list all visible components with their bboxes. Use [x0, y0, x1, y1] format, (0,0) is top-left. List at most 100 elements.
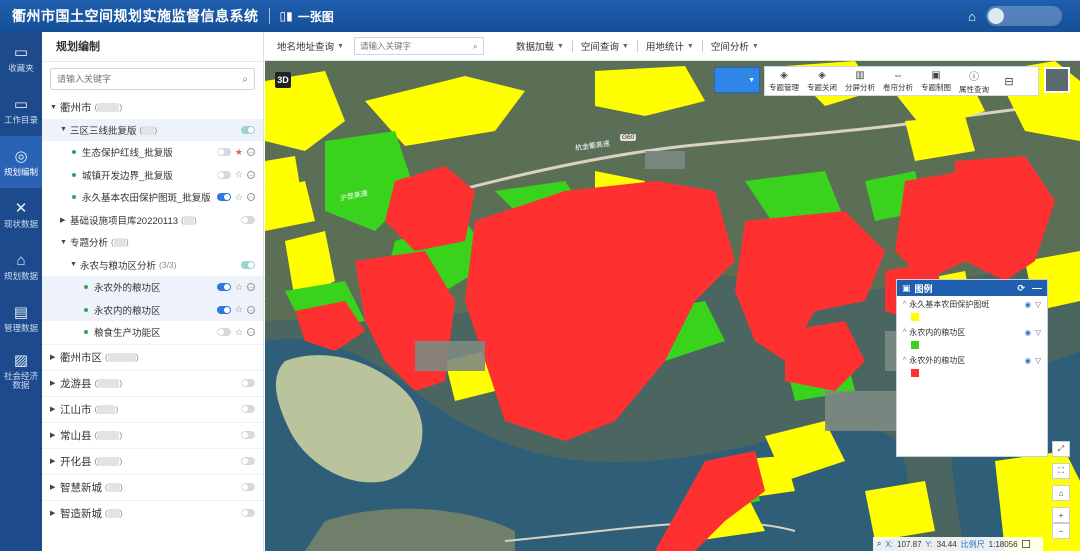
tool-split-analysis[interactable]: ▥ 分屏分析: [841, 70, 879, 93]
more-icon[interactable]: …: [247, 283, 255, 292]
eye-icon[interactable]: ◉: [1025, 300, 1032, 309]
tool-theme-close[interactable]: ◈ 专题关闭: [803, 70, 841, 93]
menu-spatial-query[interactable]: 空间查询 ▼: [581, 39, 629, 53]
star-icon[interactable]: ☆: [235, 282, 243, 293]
layer-item[interactable]: 城镇开发边界_批复版 ☆ …: [42, 164, 263, 187]
rail-item-planning[interactable]: ◎ 规划编制: [0, 136, 42, 188]
star-icon[interactable]: ★: [235, 147, 243, 158]
tree-node-city[interactable]: ▼ 衢州市 (): [42, 96, 263, 119]
user-menu[interactable]: [986, 6, 1062, 26]
layer-toggle[interactable]: [241, 457, 255, 465]
filter-icon[interactable]: ▽: [1035, 356, 1041, 365]
refresh-icon[interactable]: ⟳: [1017, 283, 1025, 294]
eye-icon[interactable]: ◉: [1025, 328, 1032, 337]
rail-item-socioeconomic-data[interactable]: ▨ 社会经济数据: [0, 344, 42, 396]
caret-right-icon[interactable]: ▶: [50, 509, 60, 517]
caret-down-icon[interactable]: ▼: [70, 261, 80, 268]
address-query-dropdown[interactable]: 地名地址查询 ▼: [277, 39, 344, 53]
tree-node-region[interactable]: ▶ 江山市 (): [42, 395, 263, 422]
caret-down-icon[interactable]: ▼: [50, 104, 60, 111]
layer-toggle[interactable]: [216, 328, 231, 337]
layer-toggle[interactable]: [216, 305, 231, 314]
layer-item[interactable]: 永农外的粮功区 ☆ …: [42, 276, 263, 299]
rail-item-management-data[interactable]: ▤ 管理数据: [0, 292, 42, 344]
layer-toggle[interactable]: [241, 405, 255, 413]
caret-right-icon[interactable]: ▶: [50, 353, 60, 361]
layer-toggle[interactable]: [216, 283, 231, 292]
layer-toggle[interactable]: [241, 431, 255, 439]
tree-node-region[interactable]: ▶ 智慧新城 (): [42, 473, 263, 500]
search-icon[interactable]: ⌕: [473, 41, 478, 52]
layer-toggle[interactable]: [216, 148, 231, 157]
home-icon[interactable]: ⌂: [968, 9, 976, 24]
caret-down-icon[interactable]: ▼: [60, 126, 70, 133]
layer-toggle[interactable]: [241, 125, 255, 134]
basemap-thumbnail[interactable]: [1044, 67, 1070, 93]
tree-node-region[interactable]: ▶ 开化县 (): [42, 447, 263, 474]
caret-right-icon[interactable]: ▶: [60, 216, 70, 224]
caret-right-icon[interactable]: ▶: [50, 457, 60, 465]
more-icon[interactable]: …: [247, 305, 255, 314]
filter-icon[interactable]: ▽: [1035, 300, 1041, 309]
tool-swipe-analysis[interactable]: ⇔ 卷帘分析: [879, 70, 917, 93]
more-icon[interactable]: …: [247, 170, 255, 179]
menu-land-statistics[interactable]: 用地统计 ▼: [646, 39, 694, 53]
layer-toggle[interactable]: [216, 170, 231, 179]
tree-node-infrastructure[interactable]: ▶ 基础设施项目库20220113 (): [42, 209, 263, 232]
more-icon[interactable]: …: [247, 148, 255, 157]
tool-theme-mapping[interactable]: ▣ 专题制图: [917, 70, 955, 93]
zoom-out-button[interactable]: −: [1052, 523, 1070, 539]
eye-icon[interactable]: ◉: [1025, 356, 1032, 365]
filter-icon[interactable]: ▽: [1035, 328, 1041, 337]
caret-right-icon[interactable]: ▶: [50, 483, 60, 491]
layer-item[interactable]: 永农内的粮功区 ☆ …: [42, 298, 263, 321]
rail-item-status-data[interactable]: ✕ 现状数据: [0, 188, 42, 240]
caret-down-icon[interactable]: ▼: [60, 239, 70, 246]
more-icon[interactable]: …: [247, 328, 255, 337]
layer-toggle[interactable]: [241, 215, 255, 224]
menu-data-load[interactable]: 数据加载 ▼: [516, 39, 564, 53]
toolbox-button[interactable]: ⊟: [993, 75, 1025, 88]
rail-item-work-directory[interactable]: ▭ 工作目录: [0, 84, 42, 136]
caret-right-icon[interactable]: ▶: [50, 405, 60, 413]
tree-node-region[interactable]: ▶ 龙游县 (): [42, 369, 263, 396]
layer-toggle[interactable]: [241, 483, 255, 491]
star-icon[interactable]: ☆: [235, 169, 243, 180]
caret-up-icon[interactable]: ^: [903, 301, 906, 308]
tree-node-region[interactable]: ▶ 常山县 (): [42, 421, 263, 448]
star-icon[interactable]: ☆: [235, 327, 243, 338]
menu-spatial-analysis[interactable]: 空间分析 ▼: [711, 39, 759, 53]
fullscreen-button[interactable]: ⤢: [1052, 441, 1070, 457]
star-icon[interactable]: ☆: [235, 192, 243, 203]
zoom-in-button[interactable]: +: [1052, 507, 1070, 523]
search-icon[interactable]: ⌕: [242, 74, 248, 85]
layer-item[interactable]: 生态保护红线_批复版 ★ …: [42, 141, 263, 164]
rail-item-planning-data[interactable]: ⌂ 规划数据: [0, 240, 42, 292]
map-search-input[interactable]: [359, 41, 473, 51]
tool-attribute-query[interactable]: ⓘ 属性查询: [955, 68, 993, 95]
layer-toggle[interactable]: [241, 260, 255, 269]
panel-search-input[interactable]: [57, 74, 243, 84]
minimize-icon[interactable]: —: [1032, 283, 1042, 294]
layer-item[interactable]: 粮食生产功能区 ☆ …: [42, 321, 263, 344]
caret-right-icon[interactable]: ▶: [50, 431, 60, 439]
tree-node-region[interactable]: ▶ 智造新城 (): [42, 499, 263, 526]
home-view-button[interactable]: ⌂: [1052, 485, 1070, 501]
more-icon[interactable]: …: [247, 193, 255, 202]
layer-toggle[interactable]: [241, 509, 255, 517]
tree-node-sanqu[interactable]: ▼ 三区三线批复版 (): [42, 118, 263, 141]
fit-extent-button[interactable]: ⛶: [1052, 463, 1070, 479]
layer-toggle[interactable]: [241, 379, 255, 387]
tree-node-thematic[interactable]: ▼ 专题分析 (): [42, 231, 263, 254]
layer-toggle[interactable]: [216, 193, 231, 202]
caret-up-icon[interactable]: ^: [903, 357, 906, 364]
map-tab[interactable]: ▯▮ 一张图: [280, 8, 334, 25]
layer-item[interactable]: 永久基本农田保护图斑_批复版 ☆ …: [42, 186, 263, 209]
star-icon[interactable]: ☆: [235, 304, 243, 315]
tree-node-farmland-analysis[interactable]: ▼ 永农与粮功区分析 (3/3): [42, 254, 263, 277]
tree-node-region[interactable]: ▶ 衢州市区 (): [42, 343, 263, 370]
3d-toggle-button[interactable]: 3D: [275, 72, 291, 88]
caret-up-icon[interactable]: ^: [903, 329, 906, 336]
rail-item-favorites[interactable]: ▭ 收藏夹: [0, 32, 42, 84]
basemap-select[interactable]: ▼: [714, 67, 760, 93]
